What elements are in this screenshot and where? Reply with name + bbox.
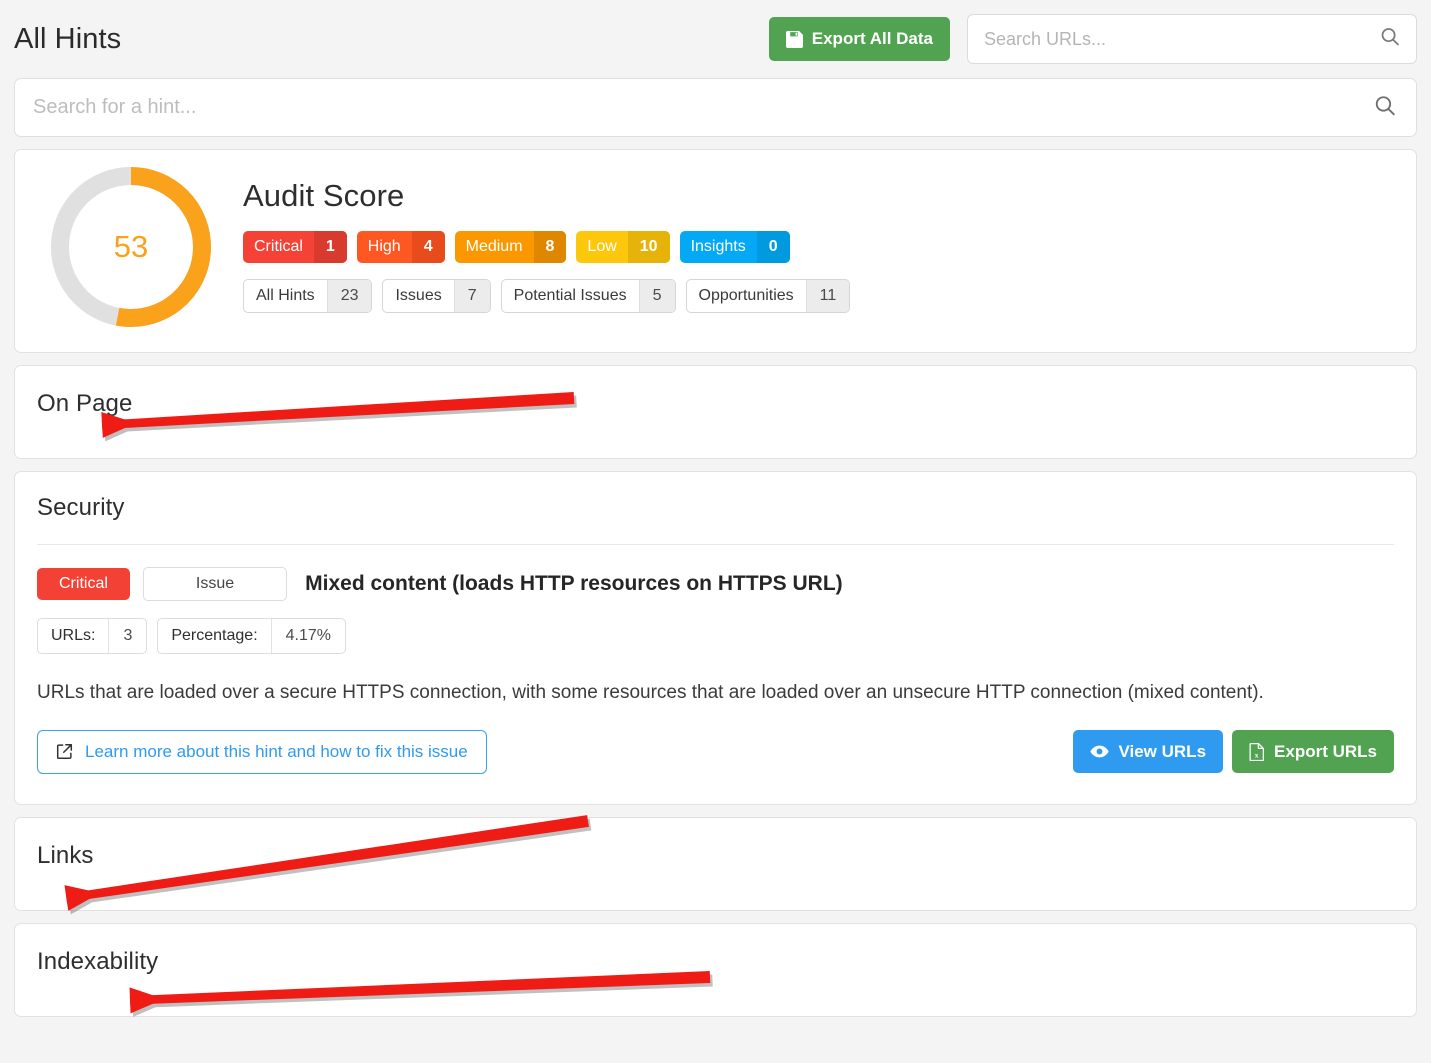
hint-title: Mixed content (loads HTTP resources on H… — [305, 572, 843, 595]
section-title-on-page: On Page — [37, 390, 133, 417]
audit-score-value: 53 — [113, 229, 149, 264]
hint-metric: URLs: 3 — [37, 618, 148, 654]
severity-badge-high[interactable]: High 4 — [356, 231, 445, 263]
hint-action-row: Learn more about this hint and how to fi… — [37, 729, 1394, 774]
filter-pill-opportunities[interactable]: Opportunities 11 — [685, 279, 851, 313]
filter-pill-count: 5 — [638, 280, 675, 312]
hint-type-badge: Issue — [142, 567, 288, 601]
section-card-indexability[interactable]: Indexability — [14, 922, 1417, 1017]
filter-pill-label: Potential Issues — [513, 287, 627, 304]
filter-pill-potential-issues[interactable]: Potential Issues 5 — [500, 279, 676, 313]
filter-pill-label: Opportunities — [698, 287, 794, 304]
hint-metric-label: URLs: — [51, 627, 96, 644]
audit-score-card: 53 Audit Score Critical 1 High 4 Medium 8 Low 1… — [14, 149, 1417, 353]
hint-filter-row: All Hints 23 Issues 7 Potential Issues 5 Oppor… — [243, 279, 1398, 313]
search-urls-box[interactable] — [967, 14, 1417, 64]
hint-metric-value: 3 — [108, 619, 146, 653]
filter-pill-count: 11 — [805, 280, 850, 312]
severity-badge-label: High — [367, 238, 401, 255]
section-title-links: Links — [37, 841, 94, 869]
filter-pill-issues[interactable]: Issues 7 — [382, 279, 491, 313]
severity-badge-label: Insights — [690, 238, 746, 255]
floppy-save-icon — [785, 30, 803, 48]
severity-badge-label: Medium — [465, 238, 523, 255]
audit-score-details: Audit Score Critical 1 High 4 Medium 8 Low 10 In… — [229, 164, 1398, 330]
severity-badge-label: Critical — [254, 238, 303, 255]
view-urls-button[interactable]: View URLs — [1073, 730, 1224, 774]
top-header: All Hints Export All Data — [0, 0, 1431, 78]
hint-mixed-content: Critical Issue Mixed content (loads HTTP… — [37, 545, 1394, 774]
learn-more-button[interactable]: Learn more about this hint and how to fi… — [37, 729, 487, 774]
filter-pill-count: 23 — [326, 280, 372, 312]
external-link-icon — [56, 743, 73, 760]
severity-badge-count: 1 — [313, 231, 347, 263]
hint-description: URLs that are loaded over a secure HTTPS… — [37, 682, 1264, 703]
severity-badge-count: 0 — [756, 231, 790, 263]
hint-header-row: Critical Issue Mixed content (loads HTTP… — [37, 567, 1394, 601]
hint-metric-value: 4.17% — [270, 619, 345, 653]
severity-badge-critical[interactable]: Critical 1 — [243, 231, 347, 263]
export-urls-button[interactable]: x Export URLs — [1232, 730, 1394, 774]
severity-badge-medium[interactable]: Medium 8 — [454, 231, 567, 263]
filter-pill-all-hints[interactable]: All Hints 23 — [243, 279, 373, 313]
section-card-on-page[interactable]: On Page — [14, 365, 1417, 459]
section-card-links[interactable]: Links — [14, 816, 1417, 911]
severity-badge-label: Low — [587, 238, 617, 255]
severity-badge-insights[interactable]: Insights 0 — [679, 231, 790, 263]
svg-text:x: x — [1255, 750, 1259, 759]
section-title-indexability: Indexability — [37, 947, 159, 975]
hint-metric-label: Percentage: — [171, 627, 258, 644]
filter-pill-count: 7 — [453, 280, 490, 312]
audit-score-heading: Audit Score — [243, 178, 405, 213]
page-title: All Hints — [14, 22, 122, 55]
status-badge-critical: Critical — [37, 568, 130, 600]
section-title-security[interactable]: Security — [37, 494, 1394, 522]
filter-pill-label: All Hints — [256, 287, 315, 304]
view-urls-label: View URLs — [1118, 741, 1207, 761]
severity-badge-count: 10 — [627, 231, 670, 263]
header-actions: Export All Data — [768, 14, 1417, 64]
hint-search-box[interactable] — [14, 78, 1417, 137]
hint-metric-row: URLs: 3 Percentage: 4.17% — [37, 618, 1394, 654]
excel-file-icon: x — [1249, 742, 1265, 761]
severity-badge-low[interactable]: Low 10 — [576, 231, 670, 263]
hint-search-input[interactable] — [15, 79, 1416, 136]
export-urls-label: Export URLs — [1274, 741, 1377, 761]
audit-score-donut: 53 — [33, 164, 229, 330]
search-urls-input[interactable] — [968, 15, 1416, 63]
learn-more-label: Learn more about this hint and how to fi… — [85, 741, 468, 761]
export-all-data-button[interactable]: Export All Data — [768, 17, 950, 61]
page-root: All Hints Export All Data Search URLs...… — [0, 0, 1431, 1063]
export-all-data-label: Export All Data — [811, 29, 933, 48]
hint-right-actions: View URLs x Export URLs — [1073, 730, 1394, 774]
severity-badge-row: Critical 1 High 4 Medium 8 Low 10 Insights 0 — [243, 231, 1398, 263]
eye-icon — [1090, 744, 1110, 759]
severity-badge-count: 8 — [533, 231, 567, 263]
severity-badge-count: 4 — [411, 231, 445, 263]
filter-pill-label: Issues — [395, 287, 442, 304]
hint-metric: Percentage: 4.17% — [157, 618, 347, 654]
section-card-security: Security Critical Issue Mixed content (l… — [14, 471, 1417, 805]
